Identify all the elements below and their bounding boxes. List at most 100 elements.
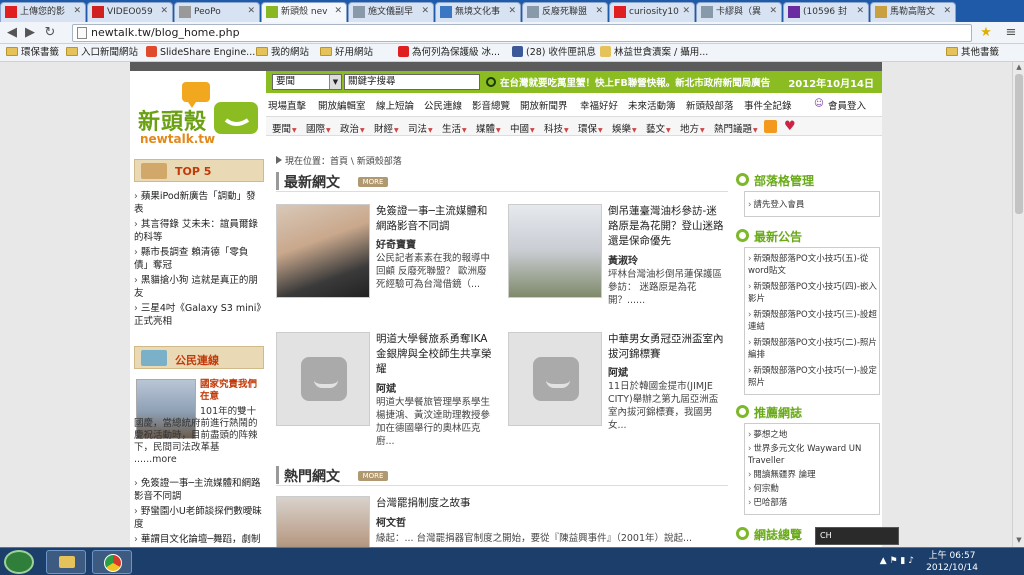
nav-item[interactable]: 開放編輯室 bbox=[318, 98, 366, 112]
more-button[interactable]: MORE bbox=[358, 471, 388, 481]
close-icon[interactable]: ✕ bbox=[943, 6, 951, 16]
reload-icon[interactable]: ↻ bbox=[42, 25, 58, 41]
category-item[interactable]: 地方▼ bbox=[680, 121, 705, 135]
bookmark-folder[interactable]: 我的網站 bbox=[256, 46, 309, 60]
system-tray[interactable]: ▲ ⚑ ▮ ♪ bbox=[880, 556, 914, 566]
close-icon[interactable]: ✕ bbox=[769, 6, 777, 16]
forward-arrow-icon[interactable]: ▶ bbox=[22, 25, 38, 41]
star-icon[interactable]: ★ bbox=[978, 25, 994, 41]
article-thumbnail[interactable] bbox=[508, 332, 602, 426]
list-item[interactable]: › 夢想之地 bbox=[748, 429, 878, 441]
browser-tab[interactable]: 馬勒高階文 ✕ bbox=[870, 2, 956, 22]
list-item[interactable]: › 新頭殼部落PO文小技巧(四)-嵌入影片 bbox=[748, 281, 878, 305]
explorer-taskbar-icon[interactable] bbox=[46, 550, 86, 574]
close-icon[interactable]: ✕ bbox=[73, 6, 81, 16]
list-item[interactable]: › 免簽證一事─主流媒體和網路影音不同調 bbox=[134, 477, 262, 503]
article-thumbnail[interactable] bbox=[508, 204, 602, 298]
list-item[interactable]: › 野蠻園小U老師談探們數曖昧度 bbox=[134, 505, 262, 531]
browser-tab[interactable]: PeoPo ✕ bbox=[174, 2, 260, 22]
login-link[interactable]: 會員登入 bbox=[828, 98, 866, 112]
list-item[interactable]: › 何宗勳 bbox=[748, 483, 878, 495]
ime-toolbar[interactable]: CH bbox=[815, 527, 899, 545]
rss-icon[interactable] bbox=[764, 120, 777, 133]
nav-item[interactable]: 公民連線 bbox=[424, 98, 462, 112]
nav-item[interactable]: 線上短論 bbox=[376, 98, 414, 112]
category-item[interactable]: 生活▼ bbox=[442, 121, 467, 135]
chrome-taskbar-icon[interactable] bbox=[92, 550, 132, 574]
nav-item[interactable]: 開放新聞界 bbox=[520, 98, 568, 112]
address-bar[interactable]: newtalk.tw/blog_home.php bbox=[72, 24, 972, 42]
browser-tab[interactable]: 反廢死聯盟 ✕ bbox=[522, 2, 608, 22]
heart-icon[interactable]: ♥ bbox=[784, 119, 796, 134]
category-item[interactable]: 國際▼ bbox=[306, 121, 331, 135]
bookmark-link[interactable]: SlideShare Engine... bbox=[146, 46, 255, 60]
category-item[interactable]: 中國▼ bbox=[510, 121, 535, 135]
site-logo[interactable]: 新頭殼 newtalk.tw bbox=[130, 76, 264, 156]
category-item[interactable]: 媒體▼ bbox=[476, 121, 501, 135]
category-item[interactable]: 要聞▼ bbox=[272, 121, 297, 135]
nav-item[interactable]: 影音總覽 bbox=[472, 98, 510, 112]
close-icon[interactable]: ✕ bbox=[856, 6, 864, 16]
close-icon[interactable]: ✕ bbox=[595, 6, 603, 16]
close-icon[interactable]: ✕ bbox=[682, 6, 690, 16]
article-author[interactable]: 柯文哲 bbox=[376, 514, 494, 529]
list-item[interactable]: › 閱讀無疆界 論理 bbox=[748, 469, 878, 481]
list-item[interactable]: › 黑貓搶小狗 這就是真正的朋友 bbox=[134, 274, 262, 300]
article-title[interactable]: 免簽證一事─主流媒體和網路影音不同調 bbox=[376, 204, 494, 234]
article-author[interactable]: 好奇寶寶 bbox=[376, 236, 494, 251]
scroll-thumb[interactable] bbox=[1015, 74, 1023, 214]
login-prompt[interactable]: › 請先登入會員 bbox=[748, 199, 878, 211]
more-button[interactable]: MORE bbox=[358, 177, 388, 187]
browser-tab-active[interactable]: 新頭殼 nev ✕ bbox=[261, 2, 347, 23]
list-item[interactable]: › 三星4吋《Galaxy S3 mini》正式亮相 bbox=[134, 302, 262, 328]
category-item[interactable]: 科技▼ bbox=[544, 121, 569, 135]
vertical-scrollbar[interactable]: ▲ ▼ bbox=[1012, 62, 1024, 547]
category-item[interactable]: 政治▼ bbox=[340, 121, 365, 135]
close-icon[interactable]: ✕ bbox=[160, 6, 168, 16]
category-item[interactable]: 環保▼ bbox=[578, 121, 603, 135]
nav-item[interactable]: 未來活動簿 bbox=[628, 98, 676, 112]
article-thumbnail[interactable] bbox=[276, 204, 370, 298]
news-ticker[interactable]: 在台灣就要吃萬里蟹！快上FB聯營快報。新北市政府新聞局廣告 bbox=[486, 75, 796, 89]
article-thumbnail[interactable] bbox=[276, 332, 370, 426]
bookmark-folder[interactable]: 其他書籤 bbox=[946, 46, 999, 60]
start-button[interactable] bbox=[4, 550, 34, 574]
article-author[interactable]: 阿斌 bbox=[608, 364, 726, 379]
list-item[interactable]: › 華謂目文化論壇─舞蹈，劇制 bbox=[134, 533, 262, 546]
bookmark-link[interactable]: 為何列為保護級 冰... bbox=[398, 46, 500, 60]
list-item[interactable]: › 新頭殼部落PO文小技巧(二)-照片編排 bbox=[748, 337, 878, 361]
close-icon[interactable]: ✕ bbox=[334, 6, 342, 16]
close-icon[interactable]: ✕ bbox=[421, 6, 429, 16]
article-author[interactable]: 阿斌 bbox=[376, 380, 494, 395]
category-item[interactable]: 娛樂▼ bbox=[612, 121, 637, 135]
category-item[interactable]: 藝文▼ bbox=[646, 121, 671, 135]
article-title[interactable]: 倒吊蓮臺灣油杉參訪-迷路原是為花開？登山迷路還是保命優先 bbox=[608, 204, 726, 249]
bookmark-folder[interactable]: 好用網站 bbox=[320, 46, 373, 60]
list-item[interactable]: › 其言得錄 艾未未：誼員爾錄的科等 bbox=[134, 218, 262, 244]
browser-tab[interactable]: 上傳您的影 ✕ bbox=[0, 2, 86, 22]
browser-tab[interactable]: 無境文化事 ✕ bbox=[435, 2, 521, 22]
article-title[interactable]: 中華男女勇冠亞洲盃室內拔河錦標賽 bbox=[608, 332, 726, 362]
menu-icon[interactable]: ≡ bbox=[1003, 25, 1019, 41]
browser-tab[interactable]: curiosity10 ✕ bbox=[609, 2, 695, 22]
nav-item[interactable]: 新頭殼部落 bbox=[686, 98, 734, 112]
browser-tab[interactable]: VIDEO059 ✕ bbox=[87, 2, 173, 22]
search-input[interactable]: 關鍵字搜尋 bbox=[344, 74, 480, 90]
list-item[interactable]: › 新頭殼部落PO文小技巧(一)-設定照片 bbox=[748, 365, 878, 389]
civic-story-title[interactable]: 國家究責我們在意 bbox=[200, 379, 264, 403]
browser-tab[interactable]: (10596 封 ✕ bbox=[783, 2, 869, 22]
browser-tab[interactable]: 卡繆與（異 ✕ bbox=[696, 2, 782, 22]
article-title[interactable]: 台灣罷捐制度之故事 bbox=[376, 496, 576, 511]
scroll-down-icon[interactable]: ▼ bbox=[1014, 536, 1024, 546]
list-item[interactable]: › 世界多元文化 Wayward UN Traveller bbox=[748, 443, 878, 467]
article-title[interactable]: 明道大學餐旅系勇奪IKA金銀牌與全校師生共享榮耀 bbox=[376, 332, 494, 377]
list-item[interactable]: › 縣市長調查 賴清德「零負債」奪冠 bbox=[134, 246, 262, 272]
scroll-up-icon[interactable]: ▲ bbox=[1014, 63, 1024, 73]
close-icon[interactable]: ✕ bbox=[508, 6, 516, 16]
category-item[interactable]: 熱門議題▼ bbox=[714, 121, 758, 135]
nav-item[interactable]: 現場直擊 bbox=[268, 98, 306, 112]
category-item[interactable]: 財經▼ bbox=[374, 121, 399, 135]
article-thumbnail[interactable] bbox=[276, 496, 370, 547]
clock[interactable]: 上午 06:57 2012/10/14 bbox=[926, 550, 978, 574]
close-icon[interactable]: ✕ bbox=[247, 6, 255, 16]
